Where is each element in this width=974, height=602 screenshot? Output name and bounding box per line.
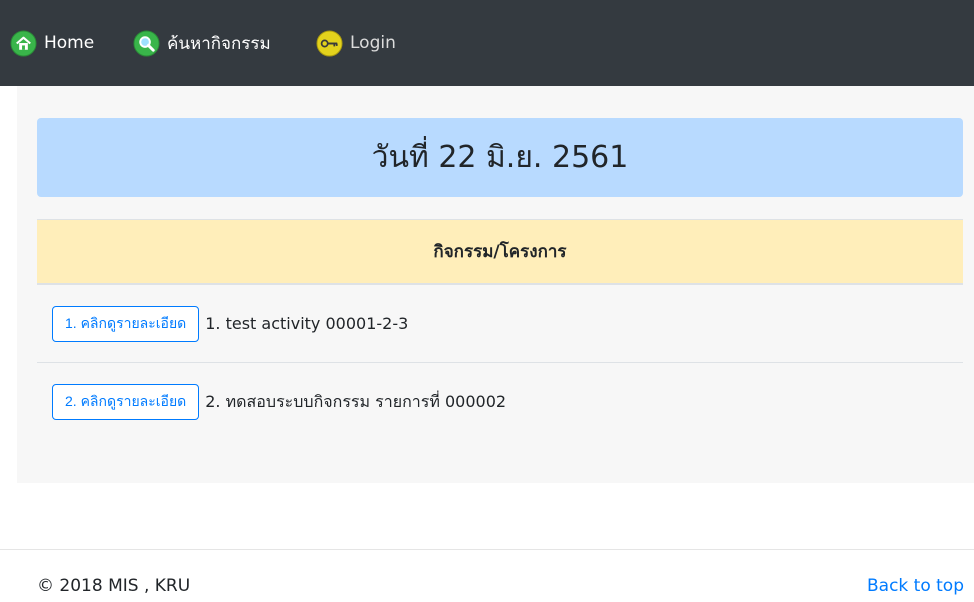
search-icon: [133, 29, 160, 57]
back-to-top-link[interactable]: Back to top: [867, 576, 964, 596]
activity-title: 1. test activity 00001-2-3: [205, 314, 409, 333]
nav-search-label: ค้นหากิจกรรม: [167, 33, 271, 54]
top-navbar: Home ค้นหากิจกรรม Login: [0, 0, 974, 86]
nav-home-link[interactable]: Home: [10, 28, 94, 58]
table-header: กิจกรรม/โครงการ: [37, 219, 963, 285]
date-heading: วันที่ 22 มิ.ย. 2561: [371, 140, 629, 175]
home-icon: [10, 29, 37, 57]
date-banner: วันที่ 22 มิ.ย. 2561: [37, 118, 963, 197]
activity-title: 2. ทดสอบระบบกิจกรรม รายการที่ 000002: [205, 391, 507, 411]
table-row: 2. คลิกดูรายละเอียด 2. ทดสอบระบบกิจกรรม …: [37, 363, 963, 441]
nav-home-label: Home: [44, 33, 95, 53]
column-header-activity: กิจกรรม/โครงการ: [433, 242, 567, 262]
view-details-button[interactable]: 1. คลิกดูรายละเอียด: [52, 305, 200, 342]
footer-copyright: © 2018 MIS , KRU: [37, 576, 191, 596]
view-details-button[interactable]: 2. คลิกดูรายละเอียด: [52, 384, 200, 420]
table-row: 1. คลิกดูรายละเอียด 1. test activity 000…: [37, 285, 963, 363]
footer-divider: [0, 549, 974, 550]
nav-search-activity-link[interactable]: ค้นหากิจกรรม: [133, 28, 271, 58]
nav-login-label: Login: [350, 33, 396, 53]
nav-login-link[interactable]: Login: [316, 28, 396, 58]
key-icon: [316, 29, 343, 57]
activity-table: กิจกรรม/โครงการ 1. คลิกดูรายละเอียด 1. t…: [37, 219, 963, 441]
